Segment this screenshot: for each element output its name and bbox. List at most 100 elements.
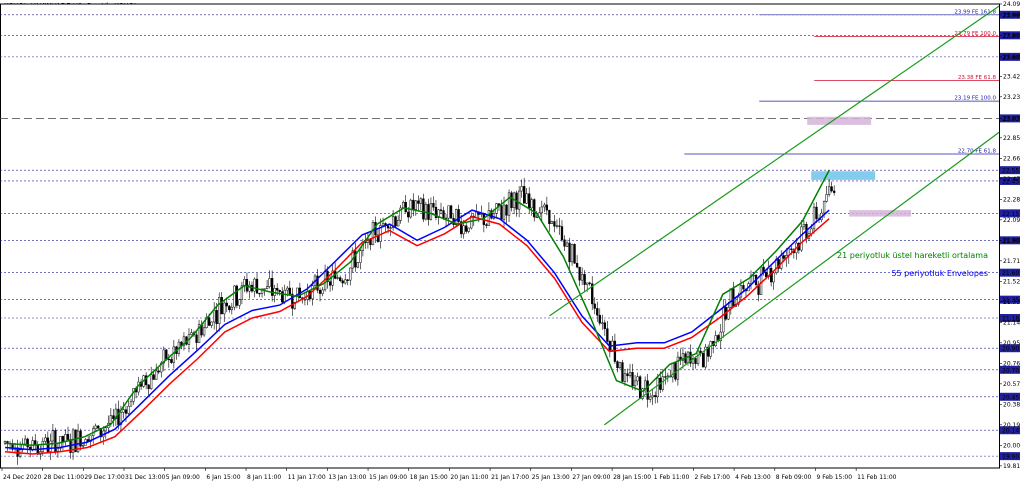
candle-body xyxy=(117,408,120,425)
candle-body xyxy=(356,262,359,268)
x-tick-label: 8 Jan 11:00 xyxy=(247,474,281,481)
candle-body xyxy=(349,267,352,281)
y-tick-label: 23.03 xyxy=(1003,115,1020,122)
candle-body xyxy=(573,244,576,264)
candle-body xyxy=(782,255,785,259)
candle-body xyxy=(109,415,112,424)
level-price-label: 20.70 xyxy=(1002,367,1019,374)
candle-body xyxy=(341,280,344,284)
candle-body xyxy=(598,314,601,324)
candle-body xyxy=(575,263,579,268)
candle-body xyxy=(485,224,488,226)
candle-body xyxy=(523,186,526,204)
candle-body xyxy=(465,225,468,232)
x-tick-label: 13 Jan 13:00 xyxy=(328,474,366,481)
candle-body xyxy=(543,204,546,208)
candle-body xyxy=(588,282,591,284)
candle-body xyxy=(505,204,508,216)
candle-body xyxy=(545,204,549,211)
fib-label: 23.19 FE 100.0 xyxy=(954,96,996,102)
candle-body xyxy=(462,225,465,235)
x-tick-label: 9 Feb 15:00 xyxy=(816,474,852,481)
candle-body xyxy=(580,274,584,281)
candle-body xyxy=(739,285,743,298)
candle-body xyxy=(328,281,332,286)
candle-body xyxy=(422,198,425,220)
candle-body xyxy=(157,370,160,373)
candle-body xyxy=(638,376,642,399)
candle-body xyxy=(195,334,198,343)
y-tick-label: 20.19 xyxy=(1003,422,1020,429)
candle-body xyxy=(812,206,816,230)
candle-body xyxy=(417,200,420,204)
candle-body xyxy=(475,211,478,218)
y-tick-label: 23.42 xyxy=(1003,73,1020,80)
candle-body xyxy=(696,350,700,364)
level-price-label: 21.60 xyxy=(1002,270,1019,277)
x-tick-label: 11 Jan 17:00 xyxy=(288,474,326,481)
candle-body xyxy=(550,221,554,224)
candle-body xyxy=(336,277,339,279)
y-tick-label: 23.60 xyxy=(1003,54,1020,61)
candle-body xyxy=(245,279,249,292)
candle-body xyxy=(386,225,390,229)
candle-body xyxy=(233,285,236,308)
fib-label: 23.79 FE 100.0 xyxy=(954,31,996,37)
candle-body xyxy=(664,376,667,378)
candle-body xyxy=(56,448,60,452)
candle-body xyxy=(165,349,168,360)
candle-body xyxy=(412,199,415,210)
candle-body xyxy=(202,327,206,336)
candle-body xyxy=(225,302,228,307)
candle-body xyxy=(586,282,589,285)
candle-body xyxy=(253,278,256,292)
candle-body xyxy=(764,272,768,278)
price-chart[interactable]: 23.0322.5522.4522.1521.9021.6021.3521.18… xyxy=(0,0,1024,484)
candle-body xyxy=(283,289,286,303)
candle-body xyxy=(487,210,491,226)
x-tick-label: 28 Jan 15:00 xyxy=(613,474,651,481)
candle-body xyxy=(646,380,649,400)
candle-body xyxy=(517,190,521,210)
candle-body xyxy=(210,321,213,326)
candle-body xyxy=(528,193,531,209)
candle-body xyxy=(593,303,596,309)
candle-body xyxy=(555,225,559,227)
candle-body xyxy=(276,288,279,291)
candle-body xyxy=(112,415,115,420)
candle-body xyxy=(97,425,100,429)
candle-body xyxy=(129,401,133,407)
candle-body xyxy=(830,186,833,192)
x-tick-label: 28 Dec 11:00 xyxy=(44,474,85,481)
y-tick-label: 20.95 xyxy=(1003,340,1020,347)
candle-body xyxy=(407,211,410,218)
candle-body xyxy=(213,310,216,323)
candle-body xyxy=(633,380,637,387)
y-tick-label: 22.09 xyxy=(1003,217,1020,224)
candle-body xyxy=(714,335,717,346)
candle-body xyxy=(654,395,657,398)
candle-body xyxy=(220,297,223,315)
candle-body xyxy=(535,216,538,219)
y-tick-label: 23.99 xyxy=(1003,12,1020,19)
candle-body xyxy=(397,220,400,227)
pullback-zone xyxy=(849,210,912,217)
candle-body xyxy=(770,267,773,283)
candle-body xyxy=(732,288,735,307)
candle-body xyxy=(533,199,536,218)
candle-body xyxy=(548,209,551,224)
candle-body xyxy=(694,358,697,364)
candle-body xyxy=(560,226,564,241)
candle-body xyxy=(636,376,639,382)
y-tick-label: 22.85 xyxy=(1003,135,1020,142)
candle-body xyxy=(827,186,831,195)
candle-body xyxy=(568,242,571,263)
y-tick-label: 21.90 xyxy=(1003,237,1020,244)
candle-body xyxy=(66,434,70,440)
envelope-annotation: 55 periyotluk Envelopes xyxy=(891,269,988,278)
candle-body xyxy=(651,395,654,398)
candle-body xyxy=(255,278,259,294)
x-tick-label: 15 Jan 09:00 xyxy=(369,474,407,481)
candle-body xyxy=(621,362,624,382)
candle-body xyxy=(94,425,97,429)
